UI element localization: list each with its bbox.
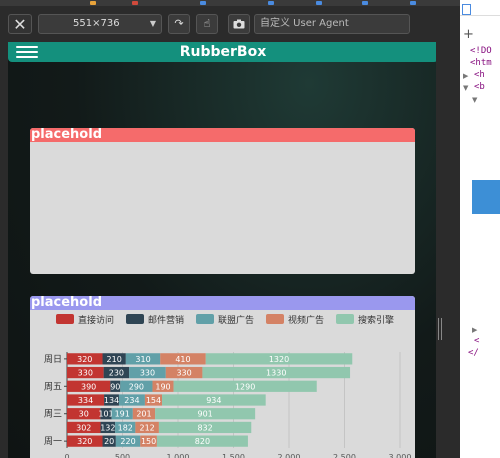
device-toolbar: ✕ 551×736 ▼ ↷ ☝ 自定义 User Agent	[0, 6, 460, 42]
bar-data-label: 410	[175, 355, 190, 364]
devtools-panel: + <!DO <htm ▶ <h ▼ <b ▼ ▶ < </	[460, 0, 500, 458]
chart-card: placehold 直接访问 邮件营销 联盟广告 视频广告 搜索引擎 0 500 1…	[30, 296, 415, 458]
bar-data-label: 330	[176, 369, 191, 378]
touch-icon: ☝	[203, 17, 211, 30]
bar-data-label: 1330	[266, 369, 286, 378]
dom-line[interactable]: <!DO	[470, 46, 492, 56]
bar-data-label: 182	[118, 423, 133, 432]
card-title: placehold	[30, 128, 415, 142]
chart-legend: 直接访问 邮件营销 联盟广告 视频广告 搜索引擎	[30, 314, 415, 328]
touch-button[interactable]: ☝	[196, 14, 218, 34]
selected-node-highlight	[472, 180, 500, 214]
legend-label: 搜索引擎	[358, 316, 395, 326]
dom-line[interactable]: <b	[474, 82, 485, 92]
bar-data-label: 934	[206, 396, 221, 405]
legend-swatch	[56, 314, 74, 324]
screenshot-button[interactable]	[228, 14, 250, 34]
collapse-triangle-icon[interactable]: ▼	[463, 84, 468, 92]
x-tick-label: 1,500	[222, 453, 245, 458]
bar-data-label: 1320	[269, 355, 289, 364]
drag-handle-icon[interactable]	[438, 318, 442, 340]
rotate-button[interactable]: ↷	[168, 14, 190, 34]
bar-data-label: 832	[197, 423, 212, 432]
bar-data-label: 201	[136, 410, 151, 419]
devtools-splitter[interactable]	[436, 42, 460, 458]
bar-data-label: 334	[78, 396, 93, 405]
add-style-button[interactable]: +	[463, 27, 474, 42]
close-device-mode-button[interactable]: ✕	[8, 14, 32, 34]
device-viewport: RubberBox placehold placehold 直接访问 邮件营销 …	[8, 42, 438, 458]
bar-data-label: 901	[197, 410, 212, 419]
legend-item[interactable]: 邮件营销	[126, 314, 184, 328]
bar-data-label: 101	[98, 410, 113, 419]
user-agent-input[interactable]: 自定义 User Agent	[254, 14, 410, 34]
bar-data-label: 20	[104, 437, 114, 446]
x-tick-label: 500	[115, 453, 130, 458]
bar-data-label: 820	[195, 437, 210, 446]
brand-title: RubberBox	[179, 44, 267, 60]
x-tick-label: 1,000	[167, 453, 190, 458]
legend-item[interactable]: 搜索引擎	[336, 314, 394, 328]
bar-data-label: 220	[120, 437, 135, 446]
bar-data-label: 210	[107, 355, 122, 364]
bar-data-label: 90	[110, 382, 120, 391]
bar-data-label: 290	[129, 382, 144, 391]
devtools-tabbar	[460, 4, 500, 16]
bar-data-label: 234	[124, 396, 139, 405]
legend-swatch	[266, 314, 284, 324]
placeholder-card-1: placehold	[30, 128, 415, 274]
bar-data-label: 390	[81, 382, 96, 391]
bar-data-label: 320	[77, 355, 92, 364]
rotate-icon: ↷	[174, 17, 184, 30]
legend-swatch	[126, 314, 144, 324]
chevron-down-icon: ▼	[149, 19, 156, 28]
legend-item[interactable]: 直接访问	[56, 314, 114, 328]
x-tick-label: 2,500	[333, 453, 356, 458]
x-tick-label: 3,000	[389, 453, 412, 458]
y-tick-label: 周五	[44, 381, 62, 392]
legend-item[interactable]: 联盟广告	[196, 314, 254, 328]
legend-label: 联盟广告	[218, 316, 255, 326]
bar-data-label: 30	[79, 410, 89, 419]
bar-data-label: 154	[146, 396, 161, 405]
device-size-value: 551×736	[73, 18, 120, 29]
bar-data-label: 191	[115, 410, 130, 419]
bar-data-label: 320	[77, 437, 92, 446]
expand-triangle-icon[interactable]: ▶	[472, 326, 477, 334]
bar-data-label: 310	[135, 355, 150, 364]
bar-data-label: 230	[109, 369, 124, 378]
dom-line[interactable]: <	[474, 336, 479, 346]
y-tick-label: 周日	[44, 354, 62, 365]
legend-label: 直接访问	[78, 316, 115, 326]
x-tick-label: 0	[64, 453, 69, 458]
x-tick-label: 2,000	[278, 453, 301, 458]
legend-swatch	[196, 314, 214, 324]
legend-label: 视频广告	[288, 316, 325, 326]
inspect-icon[interactable]	[462, 4, 471, 15]
bar-data-label: 132	[100, 423, 115, 432]
bar-data-label: 302	[76, 423, 91, 432]
bar-data-label: 190	[155, 382, 170, 391]
dom-line[interactable]: </	[468, 348, 479, 358]
dom-line[interactable]: <htm	[470, 58, 492, 68]
legend-item[interactable]: 视频广告	[266, 314, 324, 328]
bar-data-label: 1290	[235, 382, 255, 391]
y-tick-label: 周三	[44, 409, 62, 420]
legend-swatch	[336, 314, 354, 324]
dom-line[interactable]: <h	[474, 70, 485, 80]
device-size-select[interactable]: 551×736 ▼	[38, 14, 162, 34]
bar-data-label: 150	[141, 437, 156, 446]
legend-label: 邮件营销	[148, 316, 185, 326]
stacked-bar-chart: 0 500 1,000 1,500 2,000 2,500 3,000 320 20 220 150…	[44, 352, 412, 458]
bar-data-label: 330	[78, 369, 93, 378]
bar-data-label: 134	[104, 396, 119, 405]
collapse-triangle-icon[interactable]: ▼	[472, 96, 477, 104]
y-tick-label: 周一	[44, 436, 62, 447]
expand-triangle-icon[interactable]: ▶	[463, 72, 468, 80]
bar-data-label: 330	[140, 369, 155, 378]
card-title: placehold	[30, 296, 415, 310]
app-navbar: RubberBox	[8, 42, 438, 62]
camera-icon	[233, 19, 245, 29]
bar-data-label: 212	[140, 423, 155, 432]
